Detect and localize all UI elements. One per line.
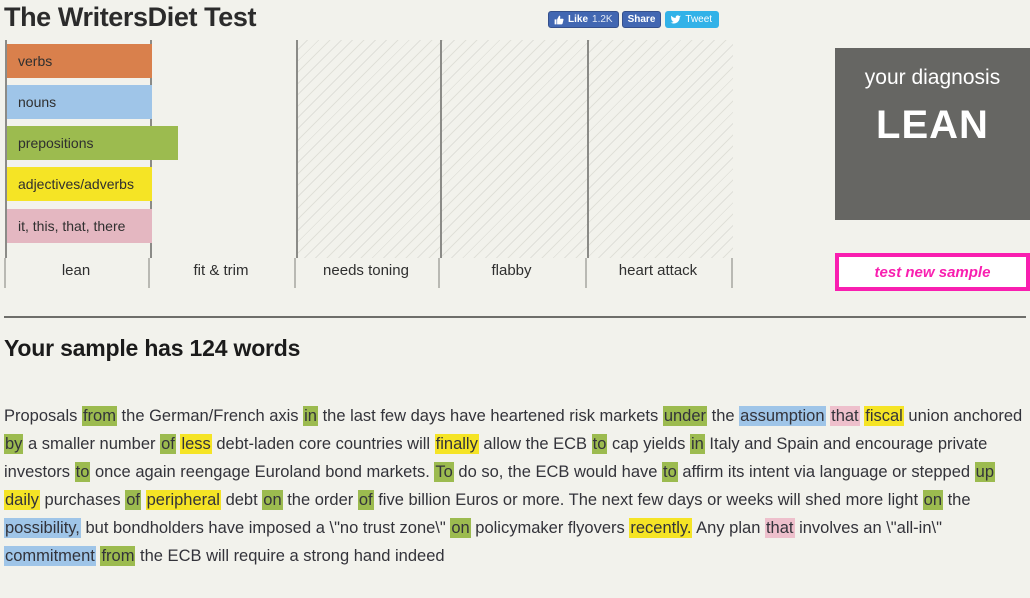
chart-bar-label: adjectives/adverbs bbox=[18, 176, 134, 192]
chart-bar-label: it, this, that, there bbox=[18, 218, 125, 234]
facebook-like-button[interactable]: Like 1.2K bbox=[548, 11, 619, 28]
chart-plot-area: verbs nouns prepositions adjectives/adve… bbox=[5, 40, 733, 258]
page-header: The WritersDiet Test Like 1.2K Share bbox=[0, 0, 1030, 40]
writersdiet-chart: verbs nouns prepositions adjectives/adve… bbox=[0, 40, 760, 258]
section-divider bbox=[4, 316, 1026, 318]
highlighted-word-green: on bbox=[450, 518, 470, 538]
highlighted-word-green: of bbox=[125, 490, 141, 510]
facebook-like-label: Like bbox=[568, 15, 588, 25]
highlighted-word-blue: assumption bbox=[739, 406, 825, 426]
chart-bar-label: prepositions bbox=[18, 135, 94, 151]
highlighted-word-green: in bbox=[303, 406, 318, 426]
chart-gridline-fit-trim bbox=[296, 40, 298, 258]
thumbs-up-icon bbox=[554, 15, 564, 25]
twitter-tweet-label: Tweet bbox=[685, 15, 712, 25]
highlighted-word-green: To bbox=[434, 462, 453, 482]
highlighted-word-pink: that bbox=[830, 406, 860, 426]
chart-gridline-flabby bbox=[587, 40, 589, 258]
highlighted-word-green: from bbox=[82, 406, 117, 426]
facebook-buttons: Like 1.2K Share bbox=[548, 11, 661, 28]
chart-gridline-needs-toning bbox=[440, 40, 442, 258]
highlighted-word-green: of bbox=[160, 434, 176, 454]
highlighted-word-green: on bbox=[262, 490, 282, 510]
chart-bar-label: verbs bbox=[18, 53, 52, 69]
axis-label-needs-toning: needs toning bbox=[294, 262, 438, 279]
sample-heading: Your sample has 124 words bbox=[4, 335, 300, 362]
axis-label-fit-trim: fit & trim bbox=[148, 262, 294, 279]
chart-x-axis: lean fit & trim needs toning flabby hear… bbox=[0, 258, 760, 296]
facebook-share-button[interactable]: Share bbox=[622, 11, 662, 28]
page-title: The WritersDiet Test bbox=[4, 2, 256, 33]
diagnosis-value: LEAN bbox=[835, 103, 1030, 148]
highlighted-word-green: up bbox=[975, 462, 995, 482]
highlighted-word-yellow: fiscal bbox=[864, 406, 904, 426]
social-share-bar: Like 1.2K Share Tweet bbox=[548, 11, 719, 28]
twitter-bird-icon bbox=[670, 15, 681, 25]
highlighted-word-green: by bbox=[4, 434, 23, 454]
highlighted-word-green: from bbox=[100, 546, 135, 566]
highlighted-word-pink: that bbox=[765, 518, 795, 538]
highlighted-word-green: under bbox=[663, 406, 707, 426]
twitter-tweet-button[interactable]: Tweet bbox=[665, 11, 719, 28]
axis-label-heart-attack: heart attack bbox=[585, 262, 731, 279]
highlighted-word-blue: possibility, bbox=[4, 518, 81, 538]
chart-bar-label: nouns bbox=[18, 94, 56, 110]
diagnosis-label: your diagnosis bbox=[835, 66, 1030, 90]
axis-label-lean: lean bbox=[4, 262, 148, 279]
axis-tick bbox=[731, 258, 733, 288]
highlighted-word-green: of bbox=[358, 490, 374, 510]
highlighted-word-yellow: less bbox=[180, 434, 211, 454]
highlighted-word-yellow: finally bbox=[435, 434, 479, 454]
highlighted-word-yellow: daily bbox=[4, 490, 40, 510]
facebook-share-label: Share bbox=[628, 15, 656, 25]
highlighted-word-green: to bbox=[592, 434, 608, 454]
highlighted-word-green: in bbox=[690, 434, 705, 454]
highlighted-word-green: on bbox=[923, 490, 943, 510]
writersdiet-page: The WritersDiet Test Like 1.2K Share bbox=[0, 0, 1030, 598]
sample-text: Proposals from the German/French axis in… bbox=[4, 402, 1028, 570]
diagnosis-panel: your diagnosis LEAN bbox=[835, 48, 1030, 220]
highlighted-word-yellow: recently. bbox=[629, 518, 692, 538]
test-new-sample-button[interactable]: test new sample bbox=[835, 253, 1030, 291]
highlighted-word-green: to bbox=[662, 462, 678, 482]
highlighted-word-yellow: peripheral bbox=[146, 490, 221, 510]
chart-hatched-zone bbox=[298, 40, 733, 258]
highlighted-word-green: to bbox=[75, 462, 91, 482]
highlighted-word-blue: commitment bbox=[4, 546, 96, 566]
axis-label-flabby: flabby bbox=[438, 262, 585, 279]
facebook-like-count: 1.2K bbox=[592, 15, 613, 25]
